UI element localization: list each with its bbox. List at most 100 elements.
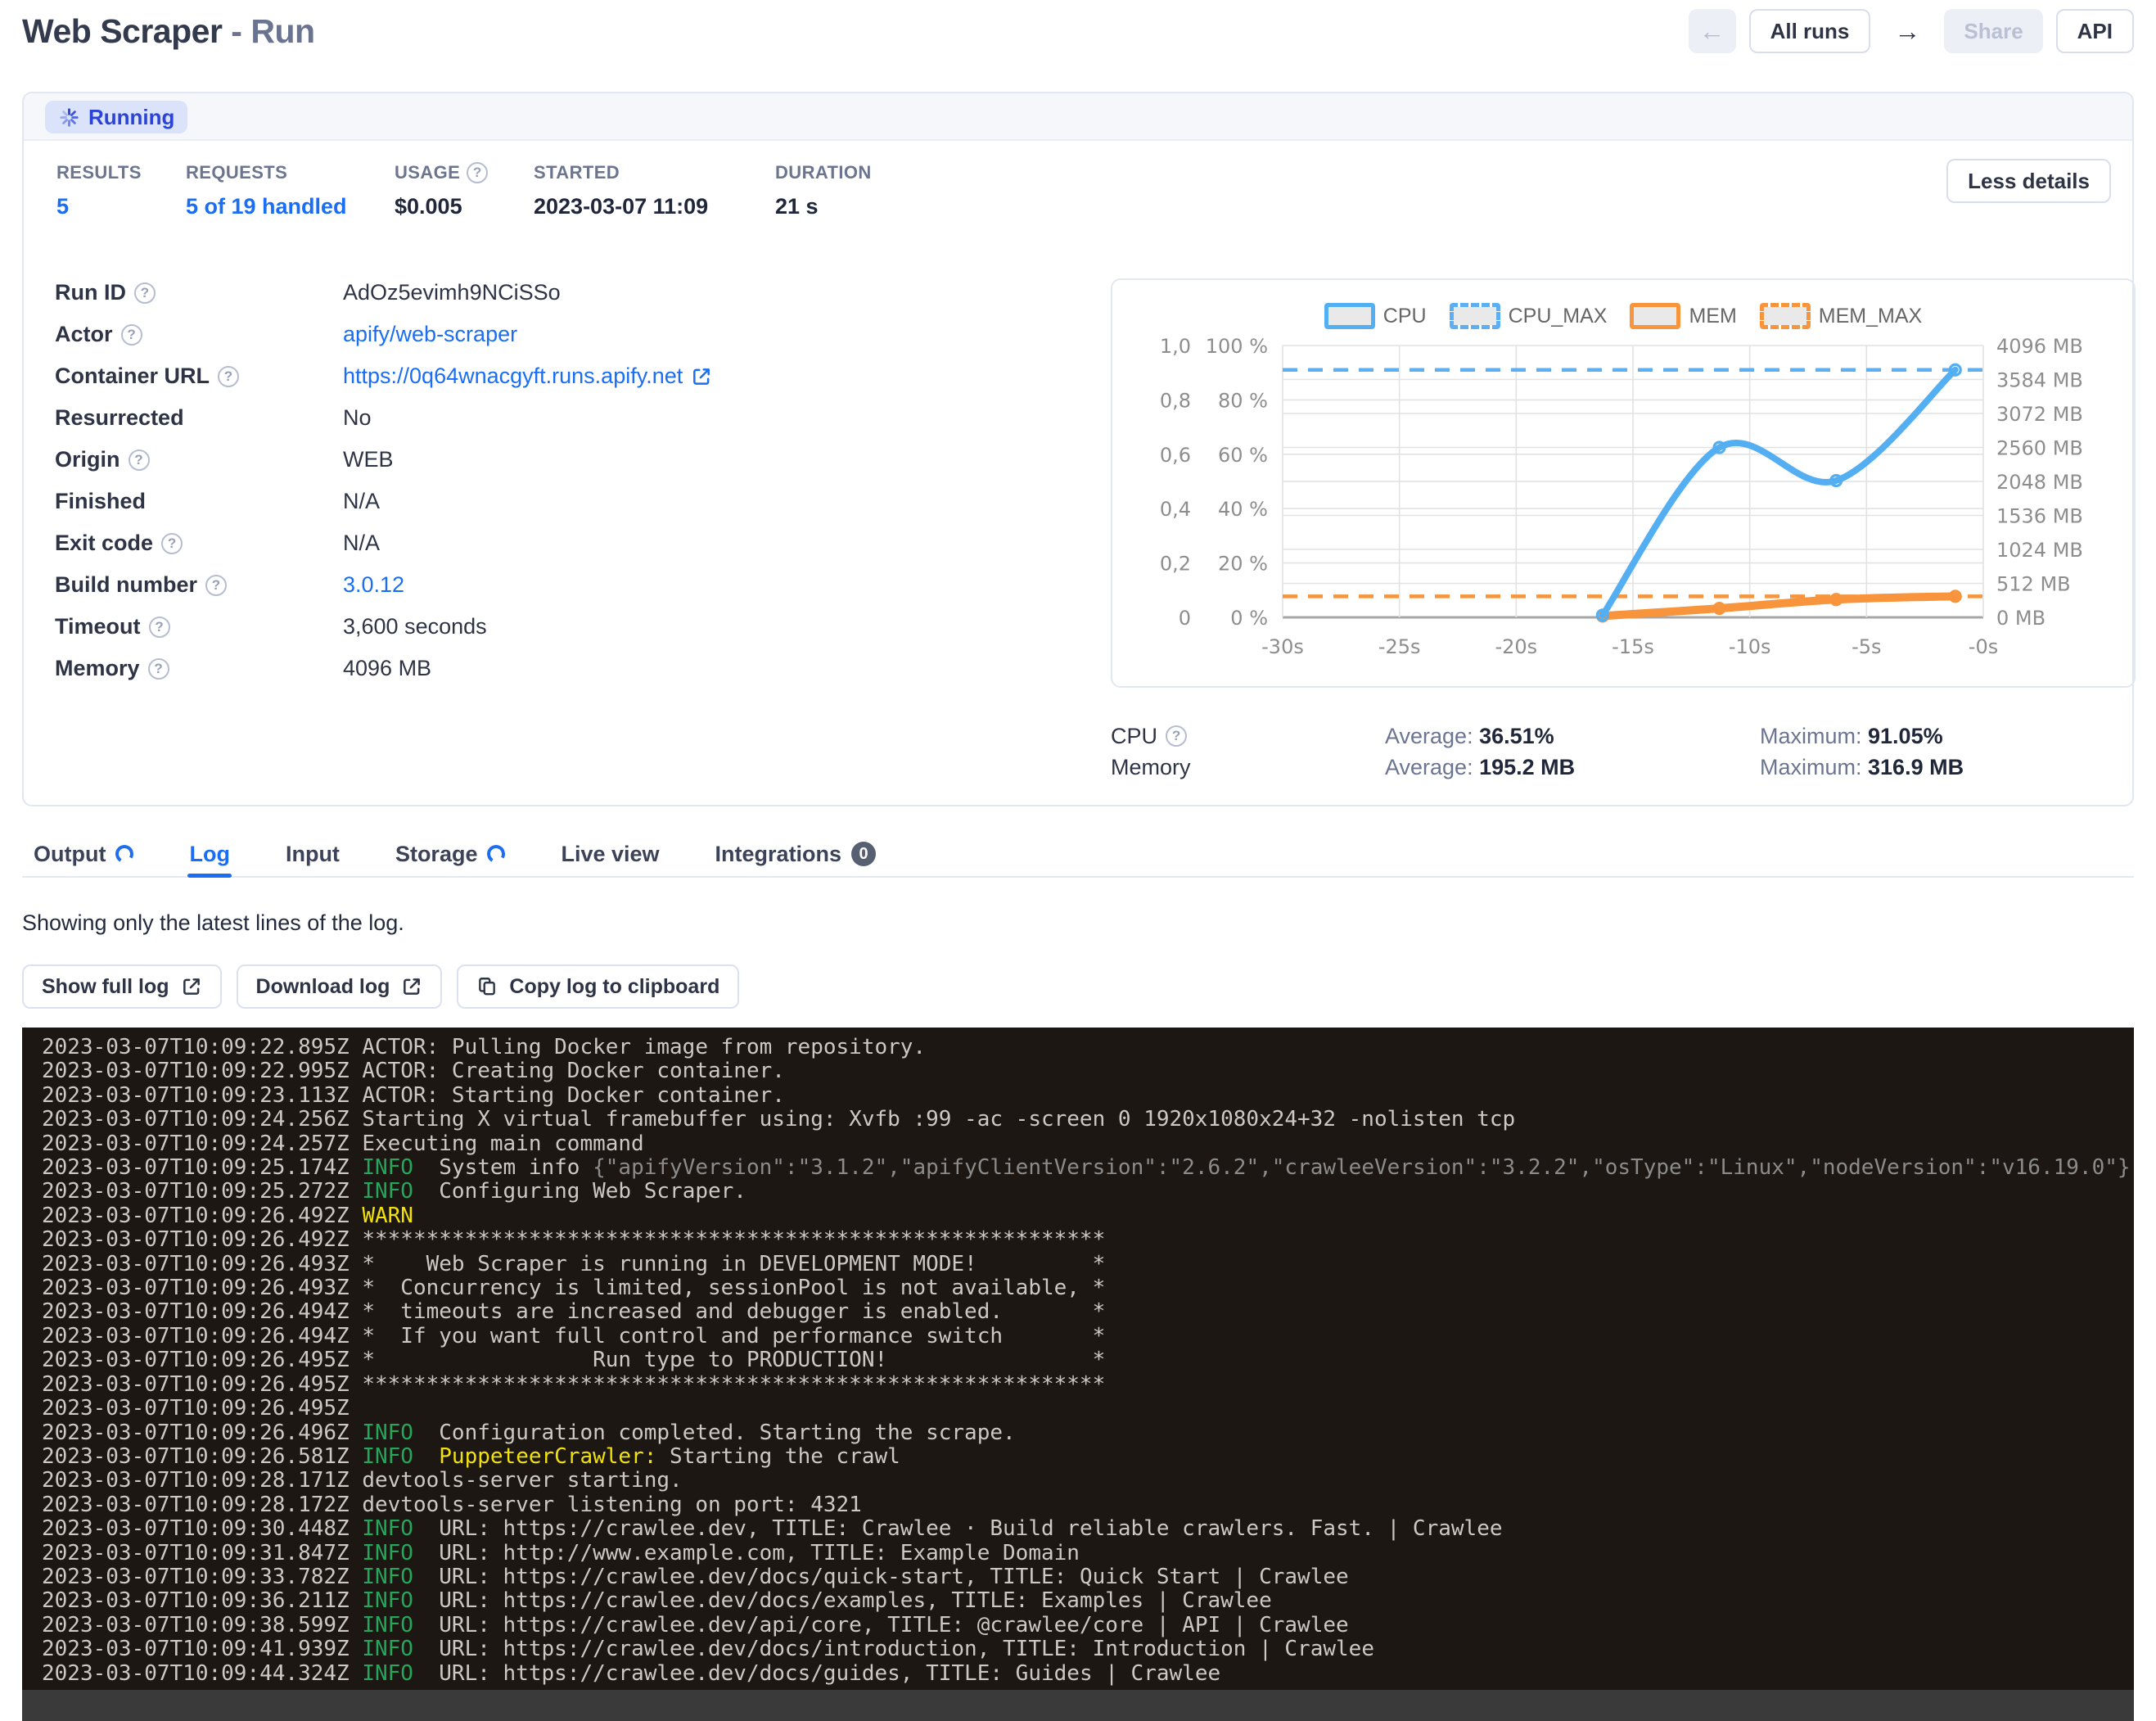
legend-swatch-cpu_max bbox=[1450, 303, 1500, 329]
legend-item-mem[interactable]: MEM bbox=[1630, 303, 1736, 329]
copy-log-to-clipboard-button[interactable]: Copy log to clipboard bbox=[457, 964, 739, 1009]
next-run-button[interactable]: → bbox=[1883, 9, 1931, 53]
tab-integrations[interactable]: Integrations0 bbox=[714, 824, 878, 876]
less-details-button[interactable]: Less details bbox=[1946, 159, 2111, 203]
detail-link[interactable]: 3.0.12 bbox=[343, 572, 404, 598]
share-button[interactable]: Share bbox=[1944, 9, 2042, 53]
stat-label: USAGE bbox=[395, 162, 534, 183]
summary-maximum: Maximum: 91.05% bbox=[1760, 724, 2135, 749]
tab-input[interactable]: Input bbox=[284, 824, 341, 876]
log-timestamp: 2023-03-07T10:09:26.496Z bbox=[42, 1421, 350, 1445]
external-link-icon bbox=[401, 976, 422, 997]
log-segment: URL: http://www.example.com, TITLE: Exam… bbox=[413, 1541, 1080, 1565]
detail-label: Timeout bbox=[55, 614, 343, 639]
log-terminal[interactable]: 2023-03-07T10:09:22.895Z ACTOR: Pulling … bbox=[22, 1028, 2134, 1721]
detail-label: Build number bbox=[55, 572, 343, 598]
detail-link[interactable]: https://0q64wnacgyft.runs.apify.net bbox=[343, 364, 683, 389]
log-segment: ****************************************… bbox=[350, 1372, 1106, 1397]
help-icon[interactable] bbox=[218, 366, 239, 387]
tab-label: Input bbox=[286, 842, 340, 867]
svg-text:0,6: 0,6 bbox=[1160, 444, 1191, 467]
detail-link[interactable]: apify/web-scraper bbox=[343, 322, 517, 347]
log-line: 2023-03-07T10:09:44.324Z INFO URL: https… bbox=[42, 1662, 2134, 1686]
stat-value: 21 s bbox=[775, 194, 872, 219]
log-timestamp: 2023-03-07T10:09:26.581Z bbox=[42, 1444, 350, 1469]
svg-text:60 %: 60 % bbox=[1218, 444, 1268, 467]
horizontal-scrollbar[interactable] bbox=[22, 1690, 2134, 1721]
previous-run-button[interactable]: ← bbox=[1689, 9, 1736, 53]
tab-log[interactable]: Log bbox=[187, 824, 231, 876]
svg-text:1024 MB: 1024 MB bbox=[1996, 539, 2083, 562]
log-line: 2023-03-07T10:09:26.493Z * Concurrency i… bbox=[42, 1276, 2134, 1300]
stat-label-text: USAGE bbox=[395, 162, 460, 183]
log-segment: * If you want full control and performan… bbox=[350, 1324, 1106, 1348]
help-icon[interactable] bbox=[149, 617, 170, 638]
log-timestamp: 2023-03-07T10:09:30.448Z bbox=[42, 1516, 350, 1541]
stat-label-text: RESULTS bbox=[56, 162, 142, 183]
top-bar: Web Scraper - Run ← All runs → Share API bbox=[22, 0, 2134, 62]
log-segment: Starting X virtual framebuffer using: Xv… bbox=[350, 1107, 1515, 1132]
top-actions: ← All runs → Share API bbox=[1689, 9, 2134, 53]
log-line: 2023-03-07T10:09:25.272Z INFO Configurin… bbox=[42, 1180, 2134, 1204]
svg-text:0 %: 0 % bbox=[1230, 607, 1268, 630]
legend-item-mem_max[interactable]: MEM_MAX bbox=[1760, 303, 1922, 329]
log-timestamp: 2023-03-07T10:09:28.171Z bbox=[42, 1468, 350, 1493]
legend-item-cpu[interactable]: CPU bbox=[1324, 303, 1427, 329]
tab-output[interactable]: Output bbox=[32, 824, 135, 876]
log-segment: INFO bbox=[362, 1155, 413, 1180]
log-timestamp: 2023-03-07T10:09:26.494Z bbox=[42, 1324, 350, 1348]
tab-label: Live view bbox=[561, 842, 659, 867]
help-icon[interactable] bbox=[467, 162, 488, 183]
help-icon[interactable] bbox=[129, 449, 150, 471]
help-icon[interactable] bbox=[134, 282, 156, 304]
help-icon[interactable] bbox=[1166, 725, 1187, 747]
log-segment: * Concurrency is limited, sessionPool is… bbox=[350, 1276, 1106, 1300]
svg-text:0 MB: 0 MB bbox=[1996, 607, 2045, 630]
metrics-chart: -30s-25s-20s-15s-10s-5s-0s1,00,80,60,40,… bbox=[1112, 331, 2132, 686]
svg-text:512 MB: 512 MB bbox=[1996, 573, 2071, 596]
help-icon[interactable] bbox=[161, 533, 183, 554]
log-segment: * timeouts are increased and debugger is… bbox=[350, 1299, 1106, 1324]
legend-swatch-cpu bbox=[1324, 303, 1375, 329]
log-line: 2023-03-07T10:09:22.895Z ACTOR: Pulling … bbox=[42, 1036, 2134, 1059]
log-segment bbox=[350, 1661, 363, 1686]
detail-value: apify/web-scraper bbox=[343, 322, 1080, 347]
log-timestamp: 2023-03-07T10:09:38.599Z bbox=[42, 1613, 350, 1637]
legend-swatch-mem_max bbox=[1760, 303, 1811, 329]
help-icon[interactable] bbox=[121, 324, 142, 346]
stat-value[interactable]: 5 bbox=[56, 194, 186, 219]
status-strip: Running bbox=[24, 93, 2132, 141]
log-segment: ACTOR: Creating Docker container. bbox=[350, 1059, 785, 1083]
stat-label-text: DURATION bbox=[775, 162, 872, 183]
log-segment: * Run type to PRODUCTION! * bbox=[350, 1348, 1106, 1372]
stat-value[interactable]: 5 of 19 handled bbox=[186, 194, 395, 219]
legend-item-cpu_max[interactable]: CPU_MAX bbox=[1450, 303, 1608, 329]
log-line: 2023-03-07T10:09:26.495Z bbox=[42, 1397, 2134, 1421]
svg-text:3072 MB: 3072 MB bbox=[1996, 403, 2083, 426]
button-label: Show full log bbox=[42, 975, 169, 999]
log-line: 2023-03-07T10:09:38.599Z INFO URL: https… bbox=[42, 1614, 2134, 1637]
log-line: 2023-03-07T10:09:31.847Z INFO URL: http:… bbox=[42, 1542, 2134, 1565]
api-button[interactable]: API bbox=[2056, 9, 2134, 53]
show-full-log-button[interactable]: Show full log bbox=[22, 964, 222, 1009]
help-icon[interactable] bbox=[205, 575, 227, 596]
svg-text:80 %: 80 % bbox=[1218, 389, 1268, 412]
log-segment: INFO bbox=[362, 1613, 413, 1637]
all-runs-button[interactable]: All runs bbox=[1749, 9, 1871, 53]
legend-label: MEM bbox=[1689, 305, 1736, 328]
svg-text:0,2: 0,2 bbox=[1160, 553, 1191, 576]
log-line: 2023-03-07T10:09:25.174Z INFO System inf… bbox=[42, 1156, 2134, 1180]
download-log-button[interactable]: Download log bbox=[237, 964, 443, 1009]
tab-label: Integrations bbox=[715, 842, 842, 867]
tab-storage[interactable]: Storage bbox=[394, 824, 507, 876]
legend-label: CPU bbox=[1383, 305, 1427, 328]
run-card: Running RESULTS5REQUESTS5 of 19 handledU… bbox=[22, 92, 2134, 806]
svg-text:20 %: 20 % bbox=[1218, 553, 1268, 576]
log-segment: URL: https://crawlee.dev/docs/quick-star… bbox=[413, 1565, 1349, 1589]
log-actions: Show full log Download log Copy log to cli… bbox=[22, 964, 739, 1009]
log-segment: INFO bbox=[362, 1444, 413, 1469]
average-value: 195.2 MB bbox=[1479, 755, 1575, 779]
help-icon[interactable] bbox=[148, 658, 169, 680]
maximum-key: Maximum: bbox=[1760, 755, 1868, 779]
tab-live-view[interactable]: Live view bbox=[559, 824, 661, 876]
